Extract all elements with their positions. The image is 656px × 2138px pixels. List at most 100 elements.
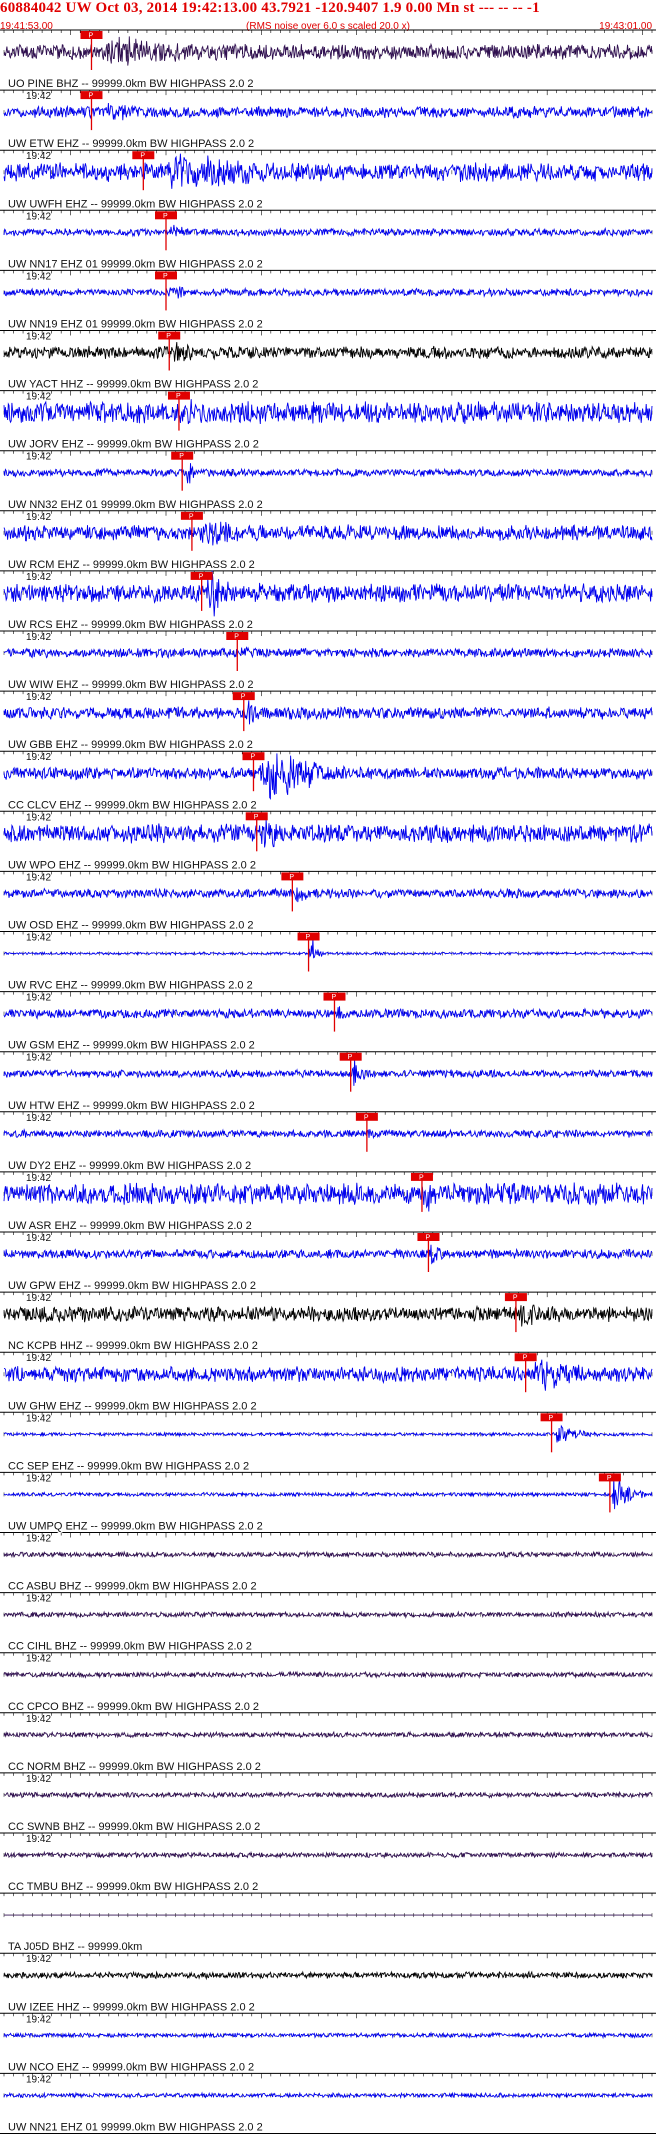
trace-row: 19:42 P UW UMPQ EHZ -- 99999.0km BW HIGHPA…	[0, 1472, 656, 1534]
trace-row: 19:42 P UW OSD EHZ -- 99999.0km BW HIGHPAS…	[0, 871, 656, 933]
station-label: UW GPW EHZ -- 99999.0km BW HIGHPASS 2.0 …	[8, 1280, 256, 1292]
station-label: CC TMBU BHZ -- 99999.0km BW HIGHPASS 2.0…	[8, 1881, 258, 1893]
waveform-trace	[3, 570, 653, 617]
time-label: 19:42	[26, 1053, 51, 1064]
pick-label: P	[176, 393, 181, 400]
station-label: UW NCO EHZ -- 99999.0km BW HIGHPASS 2.0 …	[8, 2061, 254, 2073]
pick-label: P	[289, 874, 294, 881]
time-label: 19:42	[26, 211, 51, 222]
pick-label: P	[364, 1114, 369, 1121]
trace-row: 19:42 UW NCO EHZ -- 99999.0km BW HIGHPASS…	[0, 2013, 656, 2075]
pick-label: P	[523, 1355, 528, 1362]
station-label: TA J05D BHZ -- 99999.0km	[8, 1941, 142, 1953]
pick-label: P	[140, 153, 145, 160]
time-label: 19:42	[26, 993, 51, 1004]
waveform-trace	[3, 1244, 653, 1265]
station-label: NC KCPB HHZ -- 99999.0km BW HIGHPASS 2.0…	[8, 1340, 258, 1352]
pick-label: P	[513, 1295, 518, 1302]
trace-row: 19:42 P UW RVC EHZ -- 99999.0km BW HIGHPAS…	[0, 931, 656, 993]
waveform-trace	[3, 286, 653, 299]
trace-row: 19:42 CC CPCO BHZ -- 99999.0km BW HIGHPAS…	[0, 1652, 656, 1714]
time-label: 19:42	[26, 872, 51, 883]
time-label: 19:42	[26, 752, 51, 763]
waveform-trace	[3, 753, 653, 800]
time-label: 19:42	[26, 933, 51, 944]
station-label: CC SWNB BHZ -- 99999.0km BW HIGHPASS 2.0…	[8, 1821, 260, 1833]
time-label: 19:42	[26, 271, 51, 282]
trace-row: 19:42 P UW ASR EHZ -- 99999.0km BW HIGHPAS…	[0, 1171, 656, 1234]
trace-row: 19:42 UW IZEE HHZ -- 99999.0km BW HIGHPAS…	[0, 1953, 656, 2015]
time-label: 19:42	[26, 1173, 51, 1184]
station-label: CC NORM BHZ -- 99999.0km BW HIGHPASS 2.0…	[8, 1761, 261, 1773]
time-label: 19:42	[26, 1714, 51, 1725]
trace-row: 19:42 P UW UWFH EHZ -- 99999.0km BW HIGHPA…	[0, 150, 656, 212]
trace-row: 19:42 P UW NN17 EHZ 01 99999.0km BW HIGHPA…	[0, 210, 656, 272]
time-label: 19:42	[26, 1353, 51, 1364]
station-label: UW JORV EHZ -- 99999.0km BW HIGHPASS 2.0…	[8, 439, 259, 451]
waveform-trace	[3, 102, 653, 121]
waveform-trace	[3, 1359, 653, 1391]
station-label: UW HTW EHZ -- 99999.0km BW HIGHPASS 2.0 …	[8, 1100, 255, 1112]
time-label: 19:42	[26, 392, 51, 403]
time-label: 19:42	[26, 1654, 51, 1665]
station-label: UW WPO EHZ -- 99999.0km BW HIGHPASS 2.0 …	[8, 859, 256, 871]
station-label: UW GBB EHZ -- 99999.0km BW HIGHPASS 2.0 …	[8, 739, 253, 751]
pick-label: P	[234, 634, 239, 641]
trace-row: 19:42 CC NORM BHZ -- 99999.0km BW HIGHPAS…	[0, 1712, 656, 1774]
waveform-trace	[3, 1058, 653, 1086]
pick-label: P	[549, 1415, 554, 1422]
station-label: UW YACT HHZ -- 99999.0km BW HIGHPASS 2.0…	[8, 379, 258, 391]
time-label: 19:42	[26, 632, 51, 643]
time-label: 19:42	[26, 1954, 51, 1965]
pick-label: P	[199, 573, 204, 580]
time-label: 19:42	[26, 512, 51, 523]
trace-row: 19:42 P UW GSM EHZ -- 99999.0km BW HIGHPAS…	[0, 991, 656, 1053]
trace-row: 19:42 CC CIHL BHZ -- 99999.0km BW HIGHPAS…	[0, 1592, 656, 1654]
trace-row: 19:42 P UW WIW EHZ -- 99999.0km BW HIGHPAS…	[0, 631, 656, 693]
pick-label: P	[607, 1475, 612, 1482]
station-label: UO PINE BHZ -- 99999.0km BW HIGHPASS 2.0…	[8, 78, 254, 90]
time-label: 19:42	[26, 91, 51, 102]
station-label: UW RCS EHZ -- 99999.0km BW HIGHPASS 2.0 …	[8, 619, 253, 631]
time-label: 19:42	[26, 812, 51, 823]
time-label: 19:42	[26, 1293, 51, 1304]
trace-row: 19:42 P UW DY2 EHZ -- 99999.0km BW HIGHPAS…	[0, 1111, 656, 1173]
pick-label: P	[166, 333, 171, 340]
trace-row: 19:42 P UW RCS EHZ -- 99999.0km BW HIGHPAS…	[0, 570, 656, 633]
trace-row: 19:42 P UW GHW EHZ -- 99999.0km BW HIGHPAS…	[0, 1352, 656, 1414]
trace-row: P UO PINE BHZ -- 99999.0km BW HIGHPASS 2.…	[0, 30, 656, 92]
time-label: 19:42	[26, 1594, 51, 1605]
waveform-trace	[3, 1304, 653, 1327]
trace-row: 19:42 P UW GPW EHZ -- 99999.0km BW HIGHPAS…	[0, 1232, 656, 1294]
trace-row: 19:42UW NN21 EHZ 01 99999.0km BW HIGHPAS…	[0, 2073, 656, 2135]
pick-label: P	[250, 754, 255, 761]
pick-label: P	[88, 93, 93, 100]
station-label: UW NN19 EHZ 01 99999.0km BW HIGHPASS 2.0…	[8, 319, 263, 331]
waveform-trace	[3, 700, 653, 725]
trace-row: 19:42 P CC CLCV EHZ -- 99999.0km BW HIGHPA…	[0, 751, 656, 813]
time-label: 19:42	[26, 2014, 51, 2025]
pick-label: P	[88, 33, 93, 40]
time-label: 19:42	[26, 572, 51, 583]
station-label: UW ETW EHZ -- 99999.0km BW HIGHPASS 2.0 …	[8, 138, 254, 150]
waveform-trace	[3, 1424, 653, 1443]
seismogram-plot: P UO PINE BHZ -- 99999.0km BW HIGHPASS 2.…	[0, 29, 656, 2135]
station-label: UW NN32 EHZ 01 99999.0km BW HIGHPASS 2.0…	[8, 499, 263, 511]
time-label: 19:42	[26, 1473, 51, 1484]
time-label: 19:42	[26, 1113, 51, 1124]
station-label: UW IZEE HHZ -- 99999.0km BW HIGHPASS 2.0…	[8, 2001, 255, 2013]
trace-row: 19:42 P UW NN32 EHZ 01 99999.0km BW HIGHPA…	[0, 450, 656, 512]
station-label: UW UMPQ EHZ -- 99999.0km BW HIGHPASS 2.0…	[8, 1521, 263, 1533]
pick-label: P	[306, 934, 311, 941]
pick-label: P	[254, 814, 259, 821]
pick-label: P	[179, 453, 184, 460]
time-label: 19:42	[26, 452, 51, 463]
trace-row: 19:42 P UW HTW EHZ -- 99999.0km BW HIGHPAS…	[0, 1051, 656, 1113]
pick-label: P	[348, 1054, 353, 1061]
time-label: 19:42	[26, 1413, 51, 1424]
waveform-trace	[3, 342, 653, 362]
station-label: UW WIW EHZ -- 99999.0km BW HIGHPASS 2.0 …	[8, 679, 254, 691]
trace-row: 19:42 CC SWNB BHZ -- 99999.0km BW HIGHPAS…	[0, 1772, 656, 1835]
time-label: 19:42	[26, 332, 51, 343]
time-label: 19:42	[26, 1233, 51, 1244]
